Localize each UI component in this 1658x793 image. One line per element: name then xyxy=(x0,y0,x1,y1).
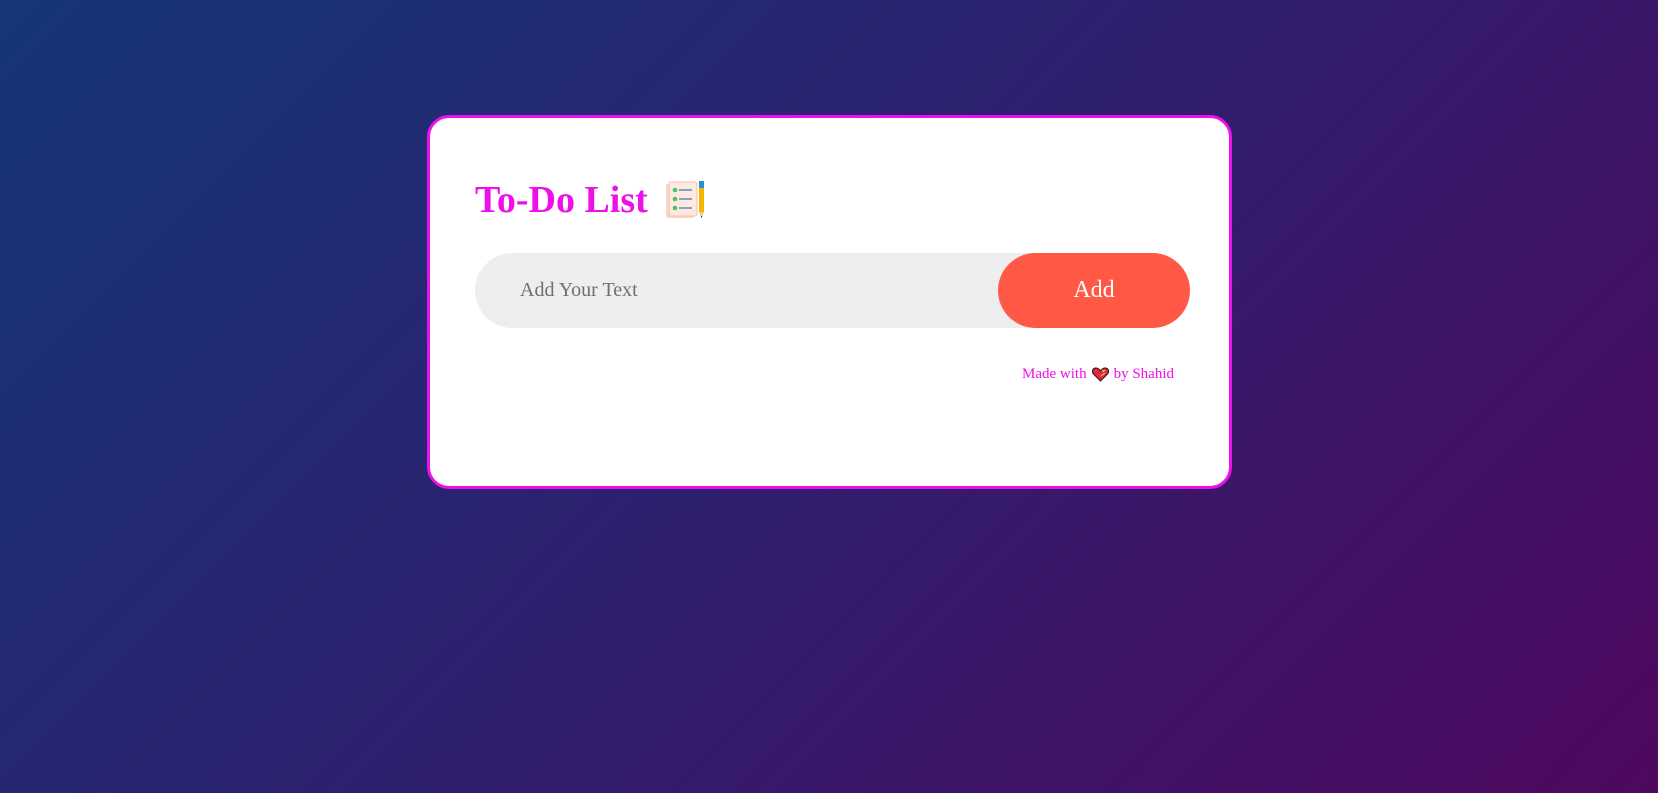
title-row: To-Do List xyxy=(475,178,706,222)
task-input[interactable] xyxy=(475,253,995,328)
task-input-row: Add xyxy=(475,253,1190,328)
todo-card: To-Do List Add Made with xyxy=(427,115,1232,489)
checklist-notepad-icon xyxy=(664,180,706,220)
heart-icon xyxy=(1091,367,1109,382)
page-title: To-Do List xyxy=(475,179,648,221)
footer-credit: Made with by Shahid xyxy=(1022,366,1174,383)
footer-prefix: Made with xyxy=(1022,366,1087,382)
add-button[interactable]: Add xyxy=(998,253,1190,328)
footer-suffix: by Shahid xyxy=(1113,366,1174,382)
